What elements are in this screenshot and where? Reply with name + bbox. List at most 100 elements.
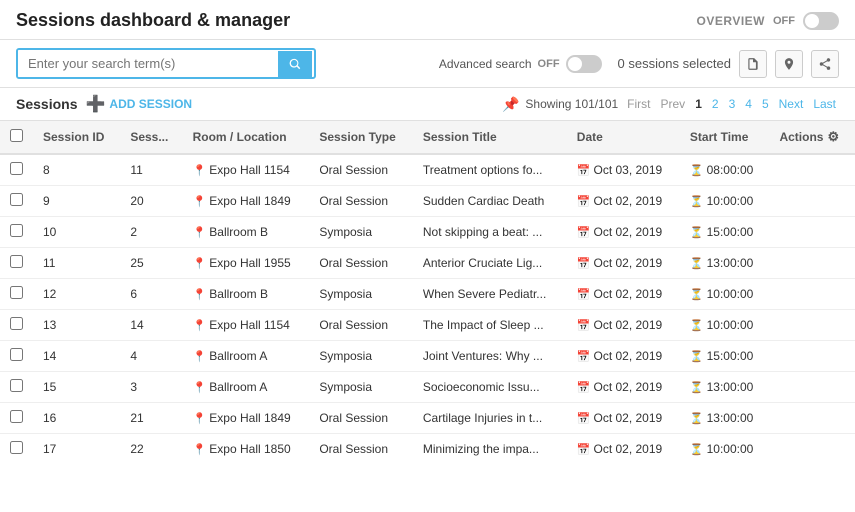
row-type: Symposia	[309, 279, 413, 310]
table-row: 11 25 📍Expo Hall 1955 Oral Session Anter…	[0, 248, 855, 279]
location-icon: 📍	[193, 196, 207, 208]
row-checkbox[interactable]	[10, 317, 23, 330]
row-type: Symposia	[309, 372, 413, 403]
location-icon: 📍	[193, 227, 207, 239]
location-icon: 📍	[193, 351, 207, 363]
row-session-id: 15	[33, 372, 120, 403]
row-time: ⏳10:00:00	[680, 434, 770, 464]
add-session-button[interactable]: ➕ ADD SESSION	[85, 94, 192, 114]
row-session-id: 13	[33, 310, 120, 341]
search-button[interactable]	[278, 51, 312, 77]
row-time: ⏳10:00:00	[680, 279, 770, 310]
row-checkbox-cell[interactable]	[0, 248, 33, 279]
advanced-search-toggle[interactable]	[566, 55, 602, 73]
row-checkbox-cell[interactable]	[0, 310, 33, 341]
row-checkbox[interactable]	[10, 286, 23, 299]
col-start-time: Start Time	[680, 121, 770, 154]
col-type: Session Type	[309, 121, 413, 154]
table-row: 13 14 📍Expo Hall 1154 Oral Session The I…	[0, 310, 855, 341]
table-header-row: Session ID Sess... Room / Location Sessi…	[0, 121, 855, 154]
header-right: OVERVIEW OFF	[697, 12, 839, 30]
location-icon: 📍	[193, 258, 207, 270]
location-button[interactable]	[775, 50, 803, 78]
table-row: 9 20 📍Expo Hall 1849 Oral Session Sudden…	[0, 186, 855, 217]
row-checkbox-cell[interactable]	[0, 279, 33, 310]
pagination-prev[interactable]: Prev	[658, 96, 689, 112]
row-title: Joint Ventures: Why ...	[413, 341, 567, 372]
location-icon: 📍	[193, 413, 207, 425]
row-actions	[769, 217, 855, 248]
pin-icon: 📌	[502, 96, 519, 113]
location-icon: 📍	[193, 165, 207, 177]
row-checkbox-cell[interactable]	[0, 434, 33, 464]
row-type: Symposia	[309, 217, 413, 248]
add-session-label: ADD SESSION	[109, 97, 192, 111]
table-row: 12 6 📍Ballroom B Symposia When Severe Pe…	[0, 279, 855, 310]
col-title: Session Title	[413, 121, 567, 154]
row-sess: 20	[120, 186, 182, 217]
row-checkbox-cell[interactable]	[0, 154, 33, 186]
row-time: ⏳10:00:00	[680, 310, 770, 341]
table-row: 15 3 📍Ballroom A Symposia Socioeconomic …	[0, 372, 855, 403]
search-input[interactable]	[18, 50, 278, 77]
row-type: Oral Session	[309, 434, 413, 464]
row-actions	[769, 248, 855, 279]
row-actions	[769, 434, 855, 464]
row-checkbox[interactable]	[10, 224, 23, 237]
overview-toggle[interactable]	[803, 12, 839, 30]
row-title: Treatment options fo...	[413, 154, 567, 186]
row-title: Cartilage Injuries in t...	[413, 403, 567, 434]
calendar-icon: 📅	[577, 320, 591, 332]
select-all-checkbox[interactable]	[10, 129, 23, 142]
location-icon: 📍	[193, 444, 207, 456]
row-room: 📍Expo Hall 1154	[183, 154, 310, 186]
row-date: 📅Oct 02, 2019	[567, 248, 680, 279]
pagination-page-1[interactable]: 1	[692, 96, 705, 112]
search-icon	[288, 57, 302, 71]
row-date: 📅Oct 02, 2019	[567, 310, 680, 341]
add-icon: ➕	[85, 94, 105, 114]
row-room: 📍Ballroom A	[183, 372, 310, 403]
row-checkbox[interactable]	[10, 441, 23, 454]
clock-icon: ⏳	[690, 258, 704, 270]
location-icon: 📍	[193, 320, 207, 332]
row-session-id: 12	[33, 279, 120, 310]
share-button[interactable]	[811, 50, 839, 78]
pagination-page-5[interactable]: 5	[759, 96, 772, 112]
row-checkbox-cell[interactable]	[0, 341, 33, 372]
clock-icon: ⏳	[690, 444, 704, 456]
select-all-header[interactable]	[0, 121, 33, 154]
row-checkbox[interactable]	[10, 410, 23, 423]
row-checkbox-cell[interactable]	[0, 217, 33, 248]
row-sess: 14	[120, 310, 182, 341]
row-session-id: 11	[33, 248, 120, 279]
row-title: Minimizing the impa...	[413, 434, 567, 464]
row-sess: 6	[120, 279, 182, 310]
sessions-toolbar: Sessions ➕ ADD SESSION 📌 Showing 101/101…	[0, 88, 855, 121]
row-checkbox[interactable]	[10, 162, 23, 175]
row-checkbox[interactable]	[10, 255, 23, 268]
pagination-page-4[interactable]: 4	[742, 96, 755, 112]
row-checkbox-cell[interactable]	[0, 403, 33, 434]
calendar-icon: 📅	[577, 289, 591, 301]
pagination-last[interactable]: Last	[810, 96, 839, 112]
advanced-search-label: Advanced search	[439, 57, 532, 71]
col-room: Room / Location	[183, 121, 310, 154]
col-actions: Actions ⚙	[769, 121, 855, 154]
search-bar: Advanced search OFF 0 sessions selected	[0, 40, 855, 88]
row-checkbox-cell[interactable]	[0, 186, 33, 217]
row-sess: 21	[120, 403, 182, 434]
row-checkbox[interactable]	[10, 348, 23, 361]
pagination-page-3[interactable]: 3	[726, 96, 739, 112]
row-room: 📍Expo Hall 1849	[183, 403, 310, 434]
actions-gear-icon[interactable]: ⚙	[827, 129, 839, 145]
pagination-page-2[interactable]: 2	[709, 96, 722, 112]
row-checkbox-cell[interactable]	[0, 372, 33, 403]
export-csv-button[interactable]	[739, 50, 767, 78]
pagination-next[interactable]: Next	[776, 96, 807, 112]
map-pin-icon	[782, 57, 796, 71]
sessions-selected: 0 sessions selected	[618, 50, 839, 78]
row-checkbox[interactable]	[10, 193, 23, 206]
row-checkbox[interactable]	[10, 379, 23, 392]
pagination-first[interactable]: First	[624, 96, 653, 112]
